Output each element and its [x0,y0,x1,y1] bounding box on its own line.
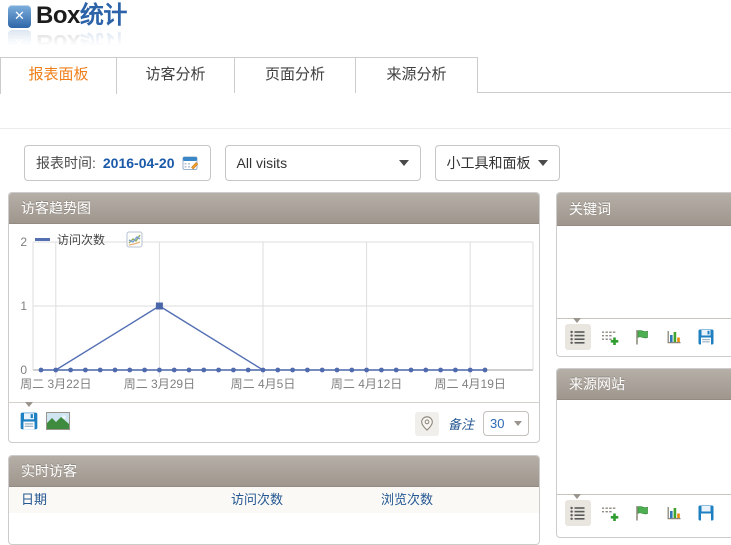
app-logo[interactable]: ✕ Box统计 [8,3,127,29]
logo-text: Box统计 [36,3,127,29]
goals-view-button[interactable] [629,500,655,526]
keywords-body [557,226,731,318]
column-date[interactable]: 日期 [21,487,47,513]
date-range-button[interactable]: 报表时间: 2016-04-20 [24,145,211,181]
tab-referrers[interactable]: 来源分析 [355,57,478,93]
svg-text:周二 4月19日: 周二 4月19日 [435,377,506,391]
date-label: 报表时间: [36,153,96,173]
annotations-pin-button[interactable] [415,412,439,436]
chevron-down-icon [538,160,548,166]
table-view-button[interactable] [565,500,591,526]
bar-chart-view-button[interactable] [661,324,687,350]
export-data-icon[interactable] [19,411,39,431]
logo-icon: ✕ [8,5,31,28]
annotation-controls: 备注 30 [415,411,529,436]
legend-series-swatch [35,238,50,241]
keywords-footer [557,318,731,357]
svg-text:周二 4月12日: 周二 4月12日 [331,377,402,391]
view-switcher [565,500,719,526]
chart-legend: 访问次数 [35,231,143,248]
table-plus-icon [601,328,619,346]
export-button[interactable] [693,324,719,350]
export-button[interactable] [693,500,719,526]
referrers-footer [557,494,731,533]
svg-text:周二 3月22日: 周二 3月22日 [20,377,91,391]
realtime-table-header: 日期 访问次数 浏览次数 [9,487,539,513]
annotations-link[interactable]: 备注 [448,414,474,433]
footer-pointer-icon [573,494,581,499]
svg-text:2: 2 [20,235,27,249]
export-image-chart-icon[interactable] [126,231,143,248]
visits-trend-chart: 0 1 2 周二 3月22日 周二 3月29日 周二 4月5日 周二 4月12日 周二 4月1… [9,224,539,402]
all-columns-view-button[interactable] [597,324,623,350]
export-controls [19,411,70,431]
realtime-visitors-widget: 实时访客 日期 访问次数 浏览次数 [8,455,540,545]
date-value: 2016-04-20 [103,155,175,171]
logo-brand-suffix: 统计 [80,2,127,29]
chevron-down-icon [399,160,409,166]
table-view-button[interactable] [565,324,591,350]
column-pageviews[interactable]: 浏览次数 [381,487,433,513]
svg-text:周二 4月5日: 周二 4月5日 [231,377,296,391]
widgets-and-dashboard-button[interactable]: 小工具和面板 [435,145,560,181]
visitor-trend-widget: 访客趋势图 访问次数 0 1 2 周二 3月22日 周二 3月29日 周二 4月5日 周二 … [8,192,540,443]
widgets-label: 小工具和面板 [447,153,531,173]
widget-header[interactable]: 来源网站 [557,369,731,400]
svg-text:0: 0 [20,363,27,377]
legend-series-label: 访问次数 [57,231,105,248]
tab-pages[interactable]: 页面分析 [234,57,356,93]
row-limit-value: 30 [490,416,504,431]
flag-icon [633,504,651,522]
list-icon [569,328,587,346]
calendar-icon [182,155,199,171]
goals-view-button[interactable] [629,324,655,350]
bar-chart-view-button[interactable] [661,500,687,526]
tab-dashboard[interactable]: 报表面板 [0,57,117,94]
row-limit-select[interactable]: 30 [483,411,529,436]
location-pin-icon [419,415,435,432]
table-plus-icon [601,504,619,522]
trend-chart-footer: 备注 30 [9,402,539,443]
segment-value: All visits [237,155,288,171]
view-switcher [565,324,719,350]
bar-chart-icon [665,328,683,346]
logo-brand: Box [36,2,80,29]
widget-header[interactable]: 实时访客 [9,456,539,487]
referrers-body [557,400,731,494]
logo-reflection: ✕ Box统计 [8,29,127,55]
header-divider [0,128,731,129]
trend-chart-body: 访问次数 0 1 2 周二 3月22日 周二 3月29日 周二 4月5日 周二 4月12日 周… [9,224,539,402]
flag-icon [633,328,651,346]
export-image-icon[interactable] [46,412,70,430]
save-disk-icon [697,328,715,346]
column-visits[interactable]: 访问次数 [231,487,283,513]
keywords-widget: 关键词 [556,192,731,357]
referrer-websites-widget: 来源网站 [556,368,731,538]
widget-header[interactable]: 关键词 [557,193,731,226]
chevron-down-icon [514,421,522,426]
svg-text:周二 3月29日: 周二 3月29日 [124,377,195,391]
filter-bar: 报表时间: 2016-04-20 All visits 小工具和面板 [24,145,560,181]
segment-selector[interactable]: All visits [225,145,421,181]
bar-chart-icon [665,504,683,522]
svg-text:1: 1 [20,299,27,313]
all-columns-view-button[interactable] [597,500,623,526]
main-nav-tabs: 报表面板 访客分析 页面分析 来源分析 [0,57,731,93]
tab-visitors[interactable]: 访客分析 [116,57,235,93]
footer-pointer-icon [573,318,581,323]
footer-pointer-icon [25,402,33,407]
save-disk-icon [697,504,715,522]
list-icon [569,504,587,522]
widget-header[interactable]: 访客趋势图 [9,193,539,224]
